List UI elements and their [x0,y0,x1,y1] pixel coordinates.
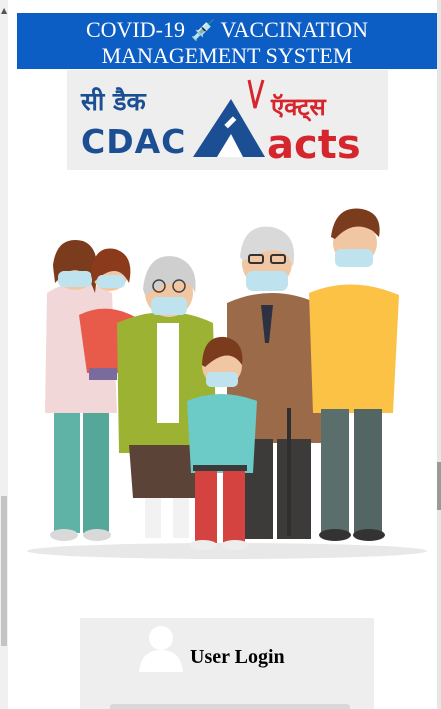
left-scrollbar[interactable]: ▲ [0,0,8,709]
acts-english-text: acts [267,122,361,168]
page-container: COVID-19 💉 VACCINATION MANAGEMENT SYSTEM… [17,13,437,709]
logo-banner: सी डैक CDAC ऍक्ट्स acts [67,70,388,170]
header-title-line1b: VACCINATION [220,17,369,42]
acts-hindi-text: ऍक्ट्स [270,93,326,122]
scrollbar-thumb[interactable] [1,496,7,646]
cdac-logo: सी डैक CDAC [80,87,186,161]
cdac-english-text: CDAC [81,122,186,161]
syringe-icon: 💉 [190,18,216,42]
right-scrollbar[interactable] [437,0,441,709]
user-icon [139,626,183,672]
header-title-line2: MANAGEMENT SYSTEM [101,43,353,68]
header-title-line1: COVID-19 [85,17,185,42]
acts-logo-mark [193,79,265,157]
login-card: User Login [80,618,374,709]
login-form-top-edge [110,704,350,709]
cdac-hindi-text: सी डैक [80,87,147,116]
man-figure [309,208,399,541]
family-masks-illustration [17,183,437,563]
browser-viewport: ▲ COVID-19 💉 VACCINATION MANAGEMENT SYST… [0,0,441,709]
scroll-up-arrow-icon[interactable]: ▲ [1,6,7,15]
app-header: COVID-19 💉 VACCINATION MANAGEMENT SYSTEM [17,13,437,69]
right-scrollbar-thumb[interactable] [437,462,441,510]
login-title: User Login [190,646,285,668]
